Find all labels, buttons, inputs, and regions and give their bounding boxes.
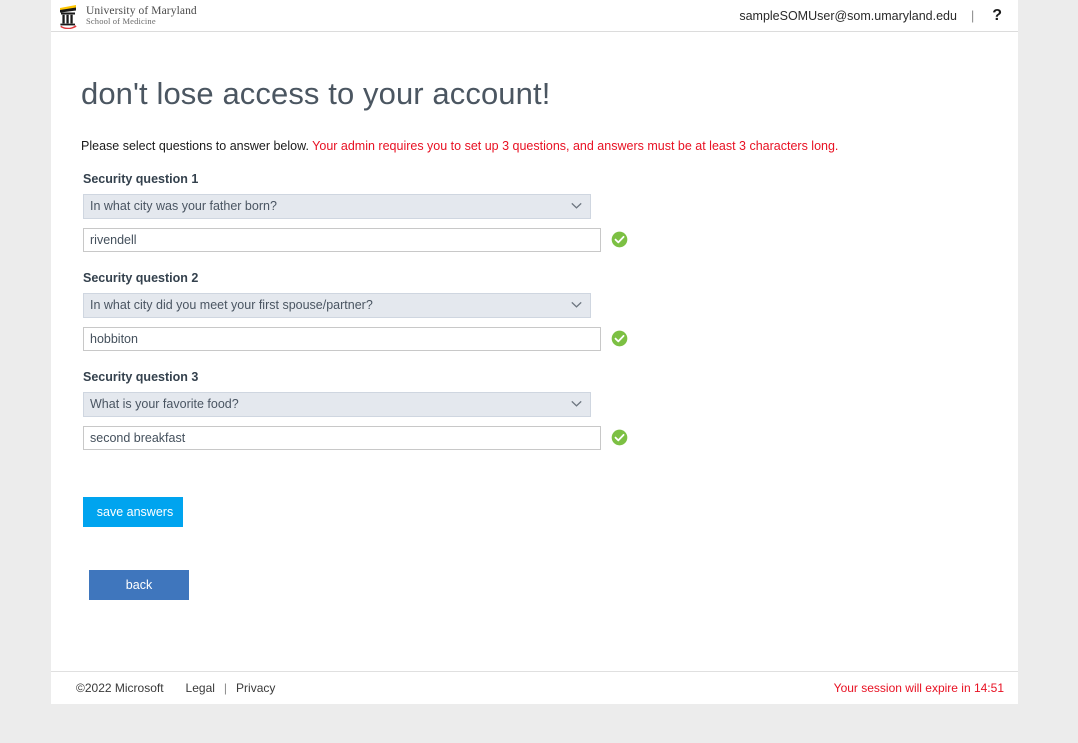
security-question-3-select[interactable]: What is your favorite food? [83,392,591,417]
page-card: University of Maryland School of Medicin… [51,0,1018,704]
page-title: don't lose access to your account! [81,32,988,112]
security-question-2-select-wrap: In what city did you meet your first spo… [83,293,591,318]
page-header: University of Maryland School of Medicin… [51,0,1018,32]
security-answer-3-row [83,426,988,450]
header-right-group: sampleSOMUser@som.umaryland.edu | ? [739,8,1010,24]
security-question-block-2: Security question 2 In what city did you… [81,252,988,351]
security-answer-1-row [83,228,988,252]
main-content: don't lose access to your account! Pleas… [51,32,1018,671]
privacy-link[interactable]: Privacy [236,681,275,695]
security-answer-2-input[interactable] [83,327,601,351]
security-answer-2-row [83,327,988,351]
copyright-text: ©2022 Microsoft [76,681,164,695]
brand-school-name: School of Medicine [86,17,197,26]
security-question-3-select-wrap: What is your favorite food? [83,392,591,417]
brand-text: University of Maryland School of Medicin… [86,5,197,26]
security-answer-1-input[interactable] [83,228,601,252]
instruction-text: Please select questions to answer below.… [81,112,988,154]
brand-logo-block: University of Maryland School of Medicin… [57,3,197,29]
green-check-circle-icon [611,429,628,446]
back-button[interactable]: back [89,570,189,600]
session-expiry-text: Your session will expire in 14:51 [834,681,1004,695]
security-question-2-label: Security question 2 [83,271,988,285]
security-question-1-label: Security question 1 [83,172,988,186]
security-question-block-3: Security question 3 What is your favorit… [81,351,988,450]
user-email: sampleSOMUser@som.umaryland.edu [739,9,957,23]
save-answers-button[interactable]: save answers [83,497,183,527]
green-check-circle-icon [611,330,628,347]
security-question-2-select[interactable]: In what city did you meet your first spo… [83,293,591,318]
header-separator: | [957,9,988,23]
security-answer-3-input[interactable] [83,426,601,450]
security-question-1-select[interactable]: In what city was your father born? [83,194,591,219]
column-pillar-logo-icon [57,3,79,29]
security-question-1-select-wrap: In what city was your father born? [83,194,591,219]
footer-separator: | [215,681,236,695]
security-question-3-label: Security question 3 [83,370,988,384]
footer-left-group: ©2022 Microsoft Legal | Privacy [76,681,275,695]
instruction-normal-text: Please select questions to answer below. [81,139,312,153]
instruction-warning-text: Your admin requires you to set up 3 ques… [312,139,838,153]
page-footer: ©2022 Microsoft Legal | Privacy Your ses… [51,671,1018,704]
help-question-mark-icon[interactable]: ? [988,8,1010,24]
green-check-circle-icon [611,231,628,248]
legal-link[interactable]: Legal [186,681,215,695]
security-question-block-1: Security question 1 In what city was you… [81,154,988,252]
